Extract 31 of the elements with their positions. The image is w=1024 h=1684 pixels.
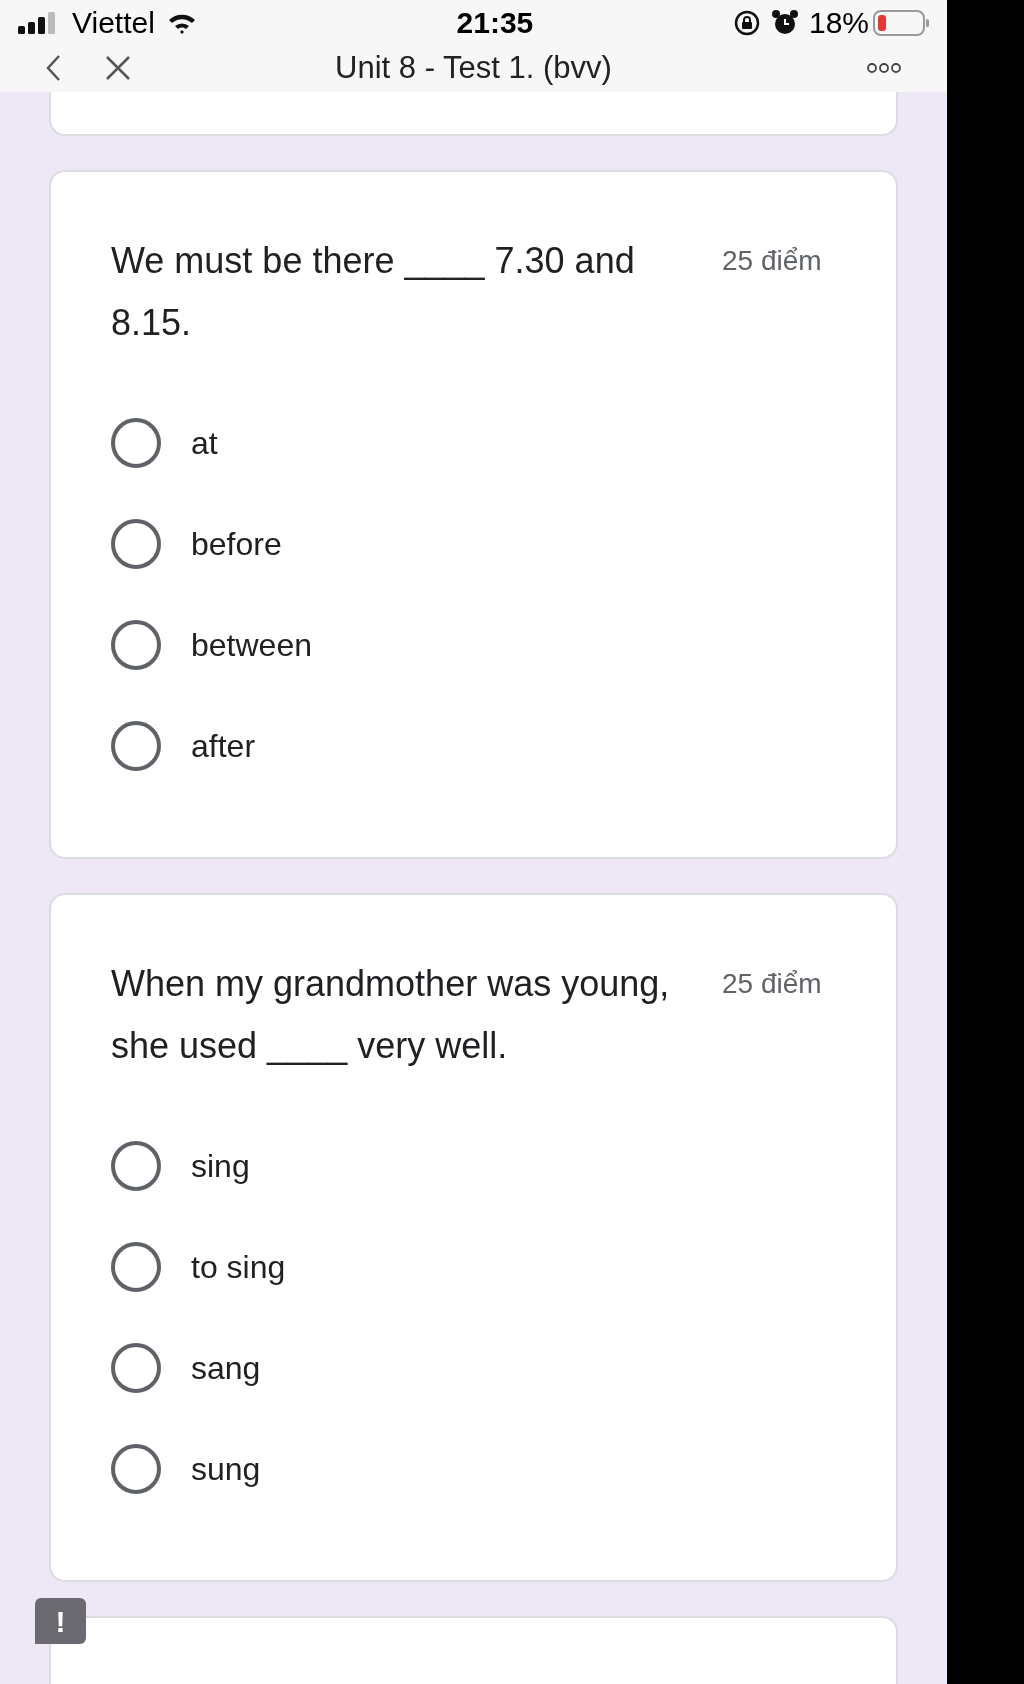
option-label[interactable]: before [191, 520, 282, 568]
option-label[interactable]: sung [191, 1445, 261, 1493]
radio-button[interactable] [111, 1343, 161, 1393]
option-label[interactable]: between [191, 621, 312, 669]
radio-button[interactable] [111, 1242, 161, 1292]
rotation-lock-icon [732, 8, 761, 37]
option-label[interactable]: to sing [191, 1243, 286, 1291]
option-label[interactable]: sang [191, 1344, 261, 1392]
alarm-icon [770, 8, 799, 37]
option-label[interactable]: after [191, 722, 256, 770]
question-text: We must be there ____ 7.30 and 8.15. [111, 238, 636, 345]
close-icon[interactable] [105, 55, 131, 82]
more-icon[interactable] [866, 62, 902, 75]
battery-percent: 18% [808, 5, 869, 41]
carrier-name: Viettel [72, 5, 155, 41]
radio-button[interactable] [111, 1141, 161, 1191]
points-label: 25 điểm [722, 966, 823, 1001]
radio-button[interactable] [111, 418, 161, 468]
option-label[interactable]: at [191, 419, 218, 467]
radio-button[interactable] [111, 519, 161, 569]
back-icon[interactable] [45, 54, 61, 83]
feedback-button[interactable]: ! [35, 1598, 86, 1644]
question-text: When my grandmother was young, she used ____ very well. [111, 961, 671, 1068]
battery-icon [873, 8, 929, 37]
radio-button[interactable] [111, 1444, 161, 1494]
status-time: 21:35 [456, 5, 534, 41]
page-title: Unit 8 - Test 1. (bvv) [335, 49, 612, 87]
option-label[interactable]: sing [191, 1142, 250, 1190]
radio-button[interactable] [111, 620, 161, 670]
radio-button[interactable] [111, 721, 161, 771]
points-label: 25 điểm [722, 243, 823, 278]
